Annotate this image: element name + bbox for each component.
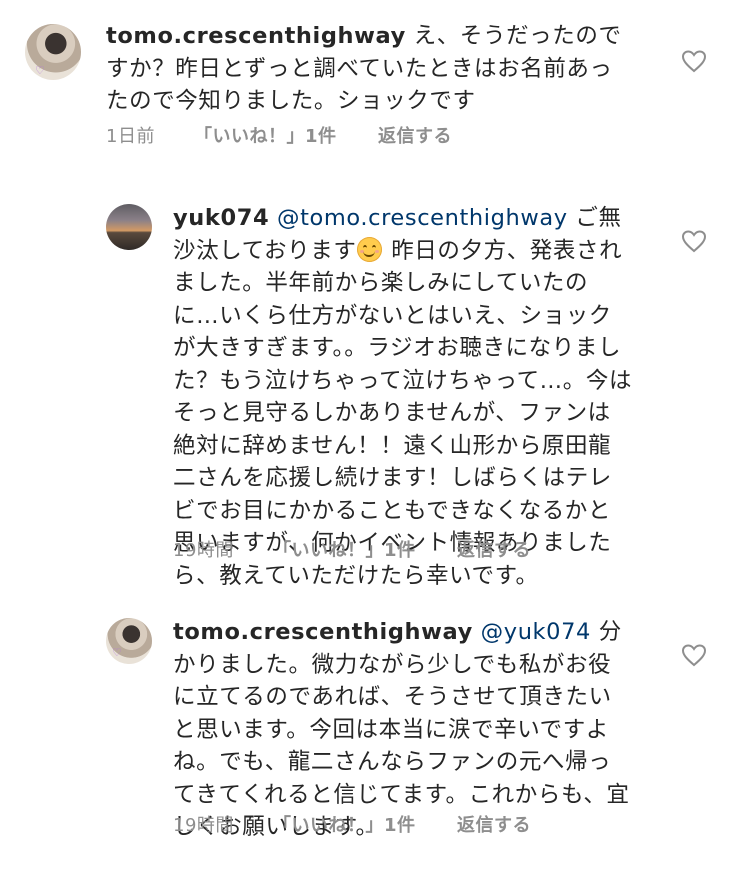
avatar[interactable] — [106, 204, 152, 250]
comment-meta: 19時間 「いいね！」1件 返信する — [173, 811, 573, 836]
smiling-face-emoji — [357, 236, 383, 262]
reply-button[interactable]: 返信する — [378, 122, 452, 148]
comment-username[interactable]: yuk074 — [173, 205, 269, 231]
comment-username[interactable]: tomo.crescenthighway — [173, 619, 473, 645]
comment-meta: 19時間 「いいね！」1件 返信する — [173, 536, 573, 561]
comment-time: 1日前 — [106, 126, 155, 147]
like-count[interactable]: 「いいね！」1件 — [194, 122, 337, 148]
comment-text: tomo.crescenthighway @yuk074 分かりました。微力なが… — [173, 616, 633, 844]
heart-outline-icon[interactable] — [681, 49, 707, 73]
comment-meta: 1日前 「いいね！」1件 返信する — [106, 122, 506, 147]
comment-3: ♡ tomo.crescenthighway @yuk074 分かりました。微力… — [0, 604, 750, 864]
comment-1: ♡ tomo.crescenthighway え、そうだったのですか？昨日とずっ… — [0, 0, 750, 160]
reply-button[interactable]: 返信する — [457, 536, 531, 562]
like-count[interactable]: 「いいね！」1件 — [273, 811, 416, 837]
heart-outline-icon[interactable] — [681, 229, 707, 253]
heart-badge-icon: ♡ — [112, 646, 122, 659]
heart-outline-icon[interactable] — [681, 643, 707, 667]
reply-button[interactable]: 返信する — [457, 811, 531, 837]
comment-text: yuk074 @tomo.crescenthighway ご無沙汰しております … — [173, 202, 633, 592]
comment-username[interactable]: tomo.crescenthighway — [106, 23, 406, 49]
mention-link[interactable]: @tomo.crescenthighway — [269, 205, 567, 231]
mention-link[interactable]: @yuk074 — [473, 619, 591, 645]
avatar[interactable]: ♡ — [25, 24, 81, 80]
comment-body: 分かりました。微力ながら少しでも私がお役に立てるのであれば、そうさせて頂きたいと… — [173, 619, 630, 840]
like-count[interactable]: 「いいね！」1件 — [273, 536, 416, 562]
comment-text: tomo.crescenthighway え、そうだったのですか？昨日とずっと調… — [106, 20, 631, 118]
comment-2: yuk074 @tomo.crescenthighway ご無沙汰しております … — [0, 190, 750, 589]
heart-badge-icon: ♡ — [35, 64, 45, 77]
comment-time: 19時間 — [173, 815, 234, 836]
avatar[interactable]: ♡ — [106, 618, 152, 664]
comment-time: 19時間 — [173, 540, 234, 561]
